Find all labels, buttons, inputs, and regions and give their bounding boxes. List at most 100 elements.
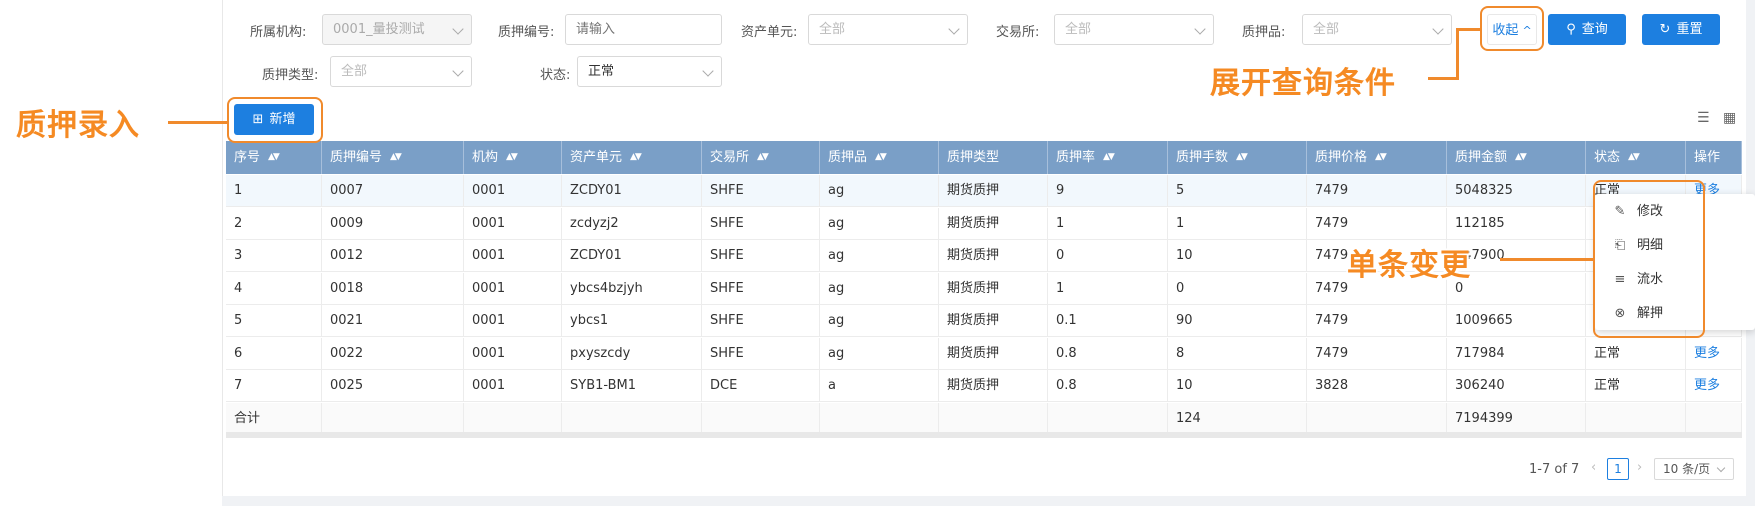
column-header-label: 质押金额: [1455, 150, 1508, 165]
column-header-pledge-no[interactable]: 质押编号 ▲▼: [322, 141, 464, 174]
column-header-status[interactable]: 状态 ▲▼: [1586, 141, 1686, 174]
export-icon[interactable]: ▦: [1723, 110, 1736, 126]
table-row[interactable]: 6 0022 0001 pxyszcdy SHFE ag 期货质押 0.8 8 7479 71798…: [226, 337, 1742, 370]
column-header-label: 资产单元: [570, 150, 623, 165]
dropdown-highlight: [1593, 180, 1705, 338]
status-value: 正常: [588, 64, 615, 79]
table-row[interactable]: 200090001zcdyzj2SHFEag期货质押117479112185正常…: [226, 207, 1742, 240]
column-header-seq[interactable]: 序号 ▲▼: [226, 141, 322, 174]
asset-unit-select[interactable]: 全部: [808, 14, 968, 45]
page-1-button[interactable]: 1: [1607, 458, 1629, 480]
exchange-value: 全部: [1065, 22, 1092, 37]
org-label: 所属机构:: [250, 25, 307, 40]
pledge-type-value: 全部: [341, 64, 368, 79]
cell-pledge-type: 期货质押: [939, 240, 1048, 272]
column-header-pledge-type: 质押类型: [939, 141, 1048, 174]
org-select: 0001_量投测试: [322, 14, 472, 45]
status-label: 状态:: [540, 68, 571, 83]
prev-page-icon[interactable]: ‹: [1591, 460, 1596, 475]
query-label: 查询: [1581, 22, 1608, 37]
horizontal-scrollbar[interactable]: [226, 432, 1742, 438]
total-amount: 7194399: [1447, 402, 1586, 435]
total-empty-cell: [562, 402, 702, 435]
annotation-expand-conditions: 展开查询条件: [1210, 66, 1396, 101]
next-page-icon[interactable]: ›: [1637, 460, 1642, 475]
exchange-select[interactable]: 全部: [1054, 14, 1214, 45]
cell-pledge-price: 7479: [1307, 175, 1447, 207]
pledge-no-label: 质押编号:: [498, 25, 555, 40]
column-header-pledge-lots[interactable]: 质押手数 ▲▼: [1168, 141, 1307, 174]
search-icon: ⚲: [1566, 22, 1576, 37]
pledge-type-select[interactable]: 全部: [330, 56, 472, 87]
sort-icon[interactable]: ▲▼: [757, 153, 769, 162]
cell-pledge-type: 期货质押: [939, 207, 1048, 240]
sort-icon[interactable]: ▲▼: [506, 153, 518, 162]
cell-pledge-amount: 717984: [1447, 337, 1586, 370]
column-header-label: 质押价格: [1315, 150, 1368, 165]
page-size-select[interactable]: 10 条/页: [1654, 458, 1734, 480]
pledge-no-input[interactable]: [565, 14, 722, 45]
collapse-highlight: [1480, 6, 1544, 51]
sort-icon[interactable]: ▲▼: [390, 153, 402, 162]
page-left-area: [0, 0, 222, 506]
cell-pledge-price: 7479: [1307, 207, 1447, 240]
query-button[interactable]: ⚲ 查询: [1548, 14, 1626, 45]
sort-icon[interactable]: ▲▼: [1236, 153, 1248, 162]
column-header-label: 序号: [234, 150, 261, 165]
status-select[interactable]: 正常: [577, 56, 722, 87]
column-header-label: 状态: [1594, 150, 1621, 165]
reset-button[interactable]: ↻ 重置: [1642, 14, 1720, 45]
total-empty-cell: [464, 402, 562, 435]
column-header-pledge-item[interactable]: 质押品 ▲▼: [820, 141, 939, 174]
list-settings-icon[interactable]: ☰: [1697, 110, 1710, 126]
cell-pledge-item: ag: [820, 240, 939, 272]
sort-icon[interactable]: ▲▼: [1515, 153, 1527, 162]
more-link[interactable]: 更多: [1686, 337, 1742, 370]
column-header-label: 操作: [1694, 150, 1721, 165]
table-row[interactable]: 300120001ZCDY01SHFEag期货质押0107479747900正常…: [226, 240, 1742, 272]
column-header-label: 质押品: [828, 150, 868, 165]
table-row[interactable]: 400180001ybcs4bzjyhSHFEag期货质押1074790正常更多: [226, 272, 1742, 305]
column-header-pledge-rate[interactable]: 质押率 ▲▼: [1048, 141, 1168, 174]
sort-icon[interactable]: ▲▼: [875, 153, 887, 162]
column-header-label: 机构: [472, 150, 499, 165]
cell-seq: 1: [226, 175, 322, 207]
table-row[interactable]: 1 0007 0001 ZCDY01 SHFE ag 期货质押 9 5 7479 5048325 正常…: [226, 175, 1742, 207]
cell-exchange: SHFE: [702, 337, 820, 370]
column-header-org[interactable]: 机构 ▲▼: [464, 141, 562, 174]
cell-pledge-rate: 1: [1048, 207, 1168, 240]
column-header-exchange[interactable]: 交易所 ▲▼: [702, 141, 820, 174]
sort-icon[interactable]: ▲▼: [1103, 153, 1115, 162]
sort-icon[interactable]: ▲▼: [630, 153, 642, 162]
cell-pledge-item: ag: [820, 272, 939, 305]
cell-pledge-type: 期货质押: [939, 337, 1048, 370]
column-header-label: 质押手数: [1176, 150, 1229, 165]
pledge-item-select[interactable]: 全部: [1302, 14, 1452, 45]
sort-icon[interactable]: ▲▼: [1628, 153, 1640, 162]
column-header-pledge-amount[interactable]: 质押金额 ▲▼: [1447, 141, 1586, 174]
cell-pledge-lots: 8: [1168, 337, 1307, 370]
cell-pledge-no: 0018: [322, 272, 464, 305]
cell-pledge-type: 期货质押: [939, 305, 1048, 337]
total-empty-cell: [820, 402, 939, 435]
table-row[interactable]: 5 0021 0001 ybcs1 SHFE ag 期货质押 0.1 90 7479 1009665…: [226, 305, 1742, 337]
more-link[interactable]: 更多: [1686, 370, 1742, 402]
column-header-label: 质押类型: [947, 150, 1000, 165]
table-row[interactable]: 7 0025 0001 SYB1-BM1 DCE a 期货质押 0.8 10 3828 306240…: [226, 370, 1742, 402]
sort-icon[interactable]: ▲▼: [268, 153, 280, 162]
cell-exchange: SHFE: [702, 305, 820, 337]
cell-pledge-item: ag: [820, 337, 939, 370]
cell-pledge-lots: 10: [1168, 370, 1307, 402]
cell-pledge-rate: 0.8: [1048, 370, 1168, 402]
total-empty-cell: [1307, 402, 1447, 435]
annotation-line: [1428, 77, 1458, 80]
cell-seq: 4: [226, 272, 322, 305]
sort-icon[interactable]: ▲▼: [1375, 153, 1387, 162]
cell-asset-unit: zcdyzj2: [562, 207, 702, 240]
column-header-asset-unit[interactable]: 资产单元 ▲▼: [562, 141, 702, 174]
column-header-pledge-price[interactable]: 质押价格 ▲▼: [1307, 141, 1447, 174]
cell-pledge-no: 0012: [322, 240, 464, 272]
total-empty-cell: [1586, 402, 1686, 435]
cell-pledge-no: 0022: [322, 337, 464, 370]
cell-status: 正常: [1586, 370, 1686, 402]
